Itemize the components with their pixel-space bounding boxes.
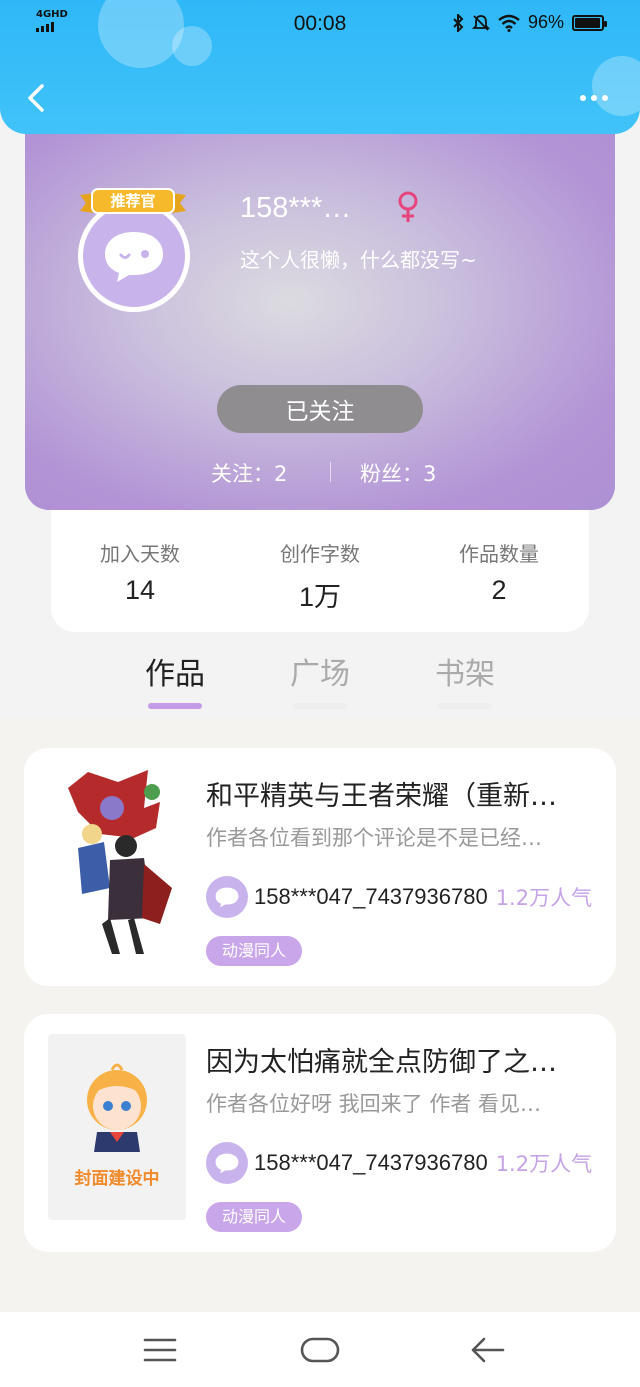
follow-status-button[interactable]: 已关注: [217, 385, 423, 433]
tab-label: 书架: [435, 657, 495, 692]
work-category-tag[interactable]: 动漫同人: [206, 1202, 303, 1232]
mascot-illustration: [87, 1063, 147, 1152]
work-title: 因为太怕痛就全点防御了之…: [206, 1047, 557, 1078]
divider: [330, 462, 331, 482]
work-description: 作者各位看到那个评论是不是已经…: [206, 826, 542, 850]
stat-label: 作品数量: [459, 542, 539, 566]
tab-works[interactable]: 作品: [120, 649, 230, 709]
author-avatar: [206, 876, 248, 918]
stat-join-days: 加入天数 14: [55, 538, 225, 606]
followers-count[interactable]: 粉丝：3: [360, 458, 436, 488]
work-popularity: 1.2万人气: [495, 886, 593, 910]
chat-bubble-icon: [215, 887, 239, 908]
user-stats: 加入天数 14 创作字数 1万 作品数量 2: [51, 500, 589, 632]
stat-value: 14: [124, 575, 156, 605]
work-cover-image: [48, 768, 186, 954]
mute-icon: [471, 14, 490, 31]
cover-placeholder-text: 封面建设中: [74, 1169, 160, 1189]
more-button[interactable]: [574, 86, 614, 110]
bluetooth-icon: [453, 13, 464, 32]
wifi-icon: [498, 14, 520, 32]
more-dot: [602, 95, 608, 101]
tab-bookshelf[interactable]: 书架: [410, 649, 520, 709]
username: 158***…: [240, 192, 352, 224]
following-count[interactable]: 关注：2: [211, 458, 287, 488]
author-name: 158***047_7437936780: [254, 1150, 488, 1175]
work-popularity: 1.2万人气: [495, 1152, 593, 1176]
recommender-badge: 推荐官: [80, 185, 186, 219]
work-category-tag[interactable]: 动漫同人: [206, 936, 303, 966]
chat-bubble-icon: [215, 1153, 239, 1174]
back-arrow-icon: [471, 1337, 505, 1363]
avatar-container[interactable]: 推荐官: [78, 188, 190, 312]
stat-work-count: 作品数量 2: [414, 538, 584, 606]
user-bio: 这个人很懒，什么都没写~: [240, 248, 477, 272]
tab-indicator: [148, 703, 202, 709]
profile-card: 推荐官 158***… 这个人很懒，什么都没写~ 已关注 关注：2 粉丝：3: [25, 110, 615, 510]
system-navigation-bar: [0, 1312, 640, 1387]
home-icon: [300, 1337, 340, 1363]
content-tabs: 作品 广场 书架: [0, 645, 640, 715]
work-card[interactable]: 和平精英与王者荣耀（重新… 作者各位看到那个评论是不是已经… 158***047…: [24, 748, 616, 986]
work-author: 158***047_7437936780 1.2万人气: [206, 876, 592, 918]
work-author: 158***047_7437936780 1.2万人气: [206, 1142, 592, 1184]
stat-label: 创作字数: [280, 542, 360, 566]
battery-percent: 96%: [527, 12, 564, 32]
tab-indicator: [293, 703, 347, 709]
battery-icon: [572, 14, 607, 31]
status-icons: 96%: [452, 12, 607, 33]
status-bar: 4GHD 00:08 96%: [0, 0, 640, 50]
menu-icon: [143, 1338, 177, 1362]
more-dots-icon: [580, 95, 586, 101]
work-cover-placeholder: 封面建设中: [48, 1034, 186, 1220]
author-name: 158***047_7437936780: [254, 884, 488, 909]
menu-button[interactable]: [138, 1330, 182, 1370]
work-title: 和平精英与王者荣耀（重新…: [206, 781, 557, 812]
chat-bubble-icon: [105, 232, 163, 282]
stat-word-count: 创作字数 1万: [235, 538, 405, 614]
back-button[interactable]: [20, 78, 56, 118]
stat-value: 1万: [298, 582, 342, 612]
work-description: 作者各位好呀 我回来了 作者 看见…: [206, 1092, 542, 1116]
badge-label: 推荐官: [110, 192, 156, 210]
chevron-left-icon: [28, 84, 44, 112]
top-header: 4GHD 00:08 96%: [0, 0, 640, 134]
tab-indicator: [438, 703, 492, 709]
gender-female-icon: [395, 190, 421, 224]
author-avatar: [206, 1142, 248, 1184]
more-dot: [591, 95, 597, 101]
work-card[interactable]: 封面建设中 因为太怕痛就全点防御了之… 作者各位好呀 我回来了 作者 看见… 1…: [24, 1014, 616, 1252]
stat-value: 2: [491, 575, 507, 605]
tab-label: 广场: [290, 657, 350, 692]
system-back-button[interactable]: [466, 1330, 510, 1370]
tab-square[interactable]: 广场: [265, 649, 375, 709]
home-button[interactable]: [298, 1330, 342, 1370]
stat-label: 加入天数: [100, 542, 180, 566]
tab-label: 作品: [145, 657, 205, 692]
works-list: 和平精英与王者荣耀（重新… 作者各位看到那个评论是不是已经… 158***047…: [0, 718, 640, 1313]
follow-counts: 关注：2 粉丝：3: [25, 458, 615, 488]
